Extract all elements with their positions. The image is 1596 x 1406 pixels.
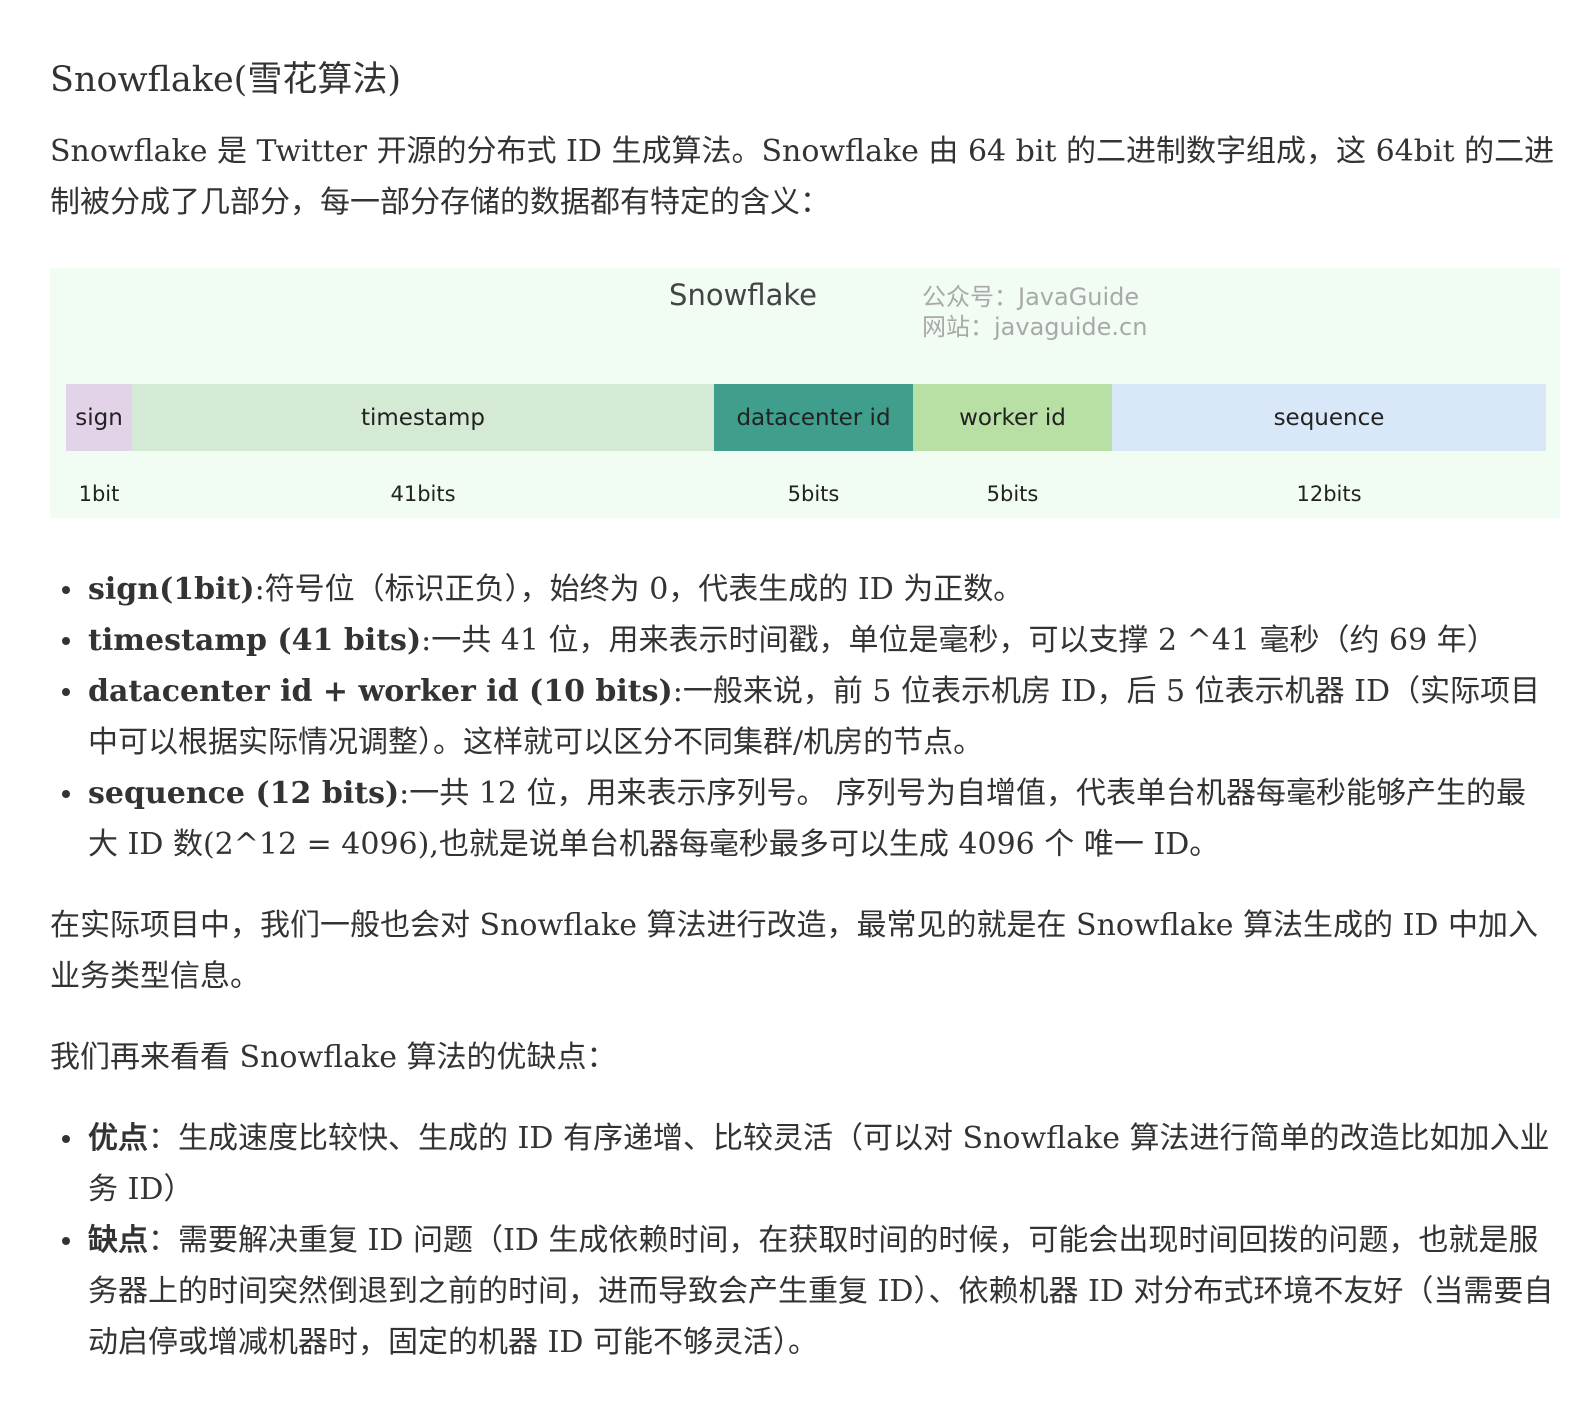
list-item: sign(1bit):符号位（标识正负），始终为 0，代表生成的 ID 为正数。 — [62, 564, 1556, 615]
list-item: 优点：生成速度比较快、生成的 ID 有序递增、比较灵活（可以对 Snowflak… — [62, 1113, 1556, 1215]
bits-worker-id: 5bits — [986, 482, 1039, 506]
bits-sequence: 12bits — [1296, 482, 1362, 506]
term-label: sequence (12 bits) — [88, 776, 400, 811]
term-description: :符号位（标识正负），始终为 0，代表生成的 ID 为正数。 — [254, 572, 1024, 607]
segment-sign: sign — [66, 384, 132, 451]
bits-datacenter-id: 5bits — [787, 482, 840, 506]
term-description: ：需要解决重复 ID 问题（ID 生成依赖时间，在获取时间的时候，可能会出现时间… — [88, 1223, 1554, 1360]
watermark-line-2: 网站：javaguide.cn — [922, 313, 1148, 341]
list-item: datacenter id + worker id (10 bits):一般来说… — [62, 666, 1556, 768]
snowflake-diagram: Snowflake 公众号：JavaGuide 网站：javaguide.cn … — [50, 268, 1560, 518]
intro-paragraph: Snowflake 是 Twitter 开源的分布式 ID 生成算法。Snowf… — [50, 134, 1555, 220]
term-description: ：生成速度比较快、生成的 ID 有序递增、比较灵活（可以对 Snowflake … — [88, 1121, 1550, 1207]
list-item: sequence (12 bits):一共 12 位，用来表示序列号。 序列号为… — [62, 768, 1556, 870]
bit-count-row: 1bit 41bits 5bits 5bits 12bits — [66, 482, 1546, 506]
segment-timestamp: timestamp — [132, 384, 714, 451]
bits-timestamp: 41bits — [390, 482, 456, 506]
bit-layout-bar: sign timestamp datacenter id worker id s… — [66, 384, 1546, 451]
modification-paragraph: 在实际项目中，我们一般也会对 Snowflake 算法进行改造，最常见的就是在 … — [50, 908, 1539, 994]
watermark: 公众号：JavaGuide 网站：javaguide.cn — [922, 282, 1147, 342]
segment-sequence: sequence — [1112, 384, 1546, 451]
component-list: sign(1bit):符号位（标识正负），始终为 0，代表生成的 ID 为正数。… — [50, 564, 1556, 870]
section-heading: Snowflake(雪花算法) — [50, 60, 401, 100]
term-label: 缺点 — [88, 1223, 148, 1258]
segment-datacenter-id: datacenter id — [714, 384, 913, 451]
pros-cons-list: 优点：生成速度比较快、生成的 ID 有序递增、比较灵活（可以对 Snowflak… — [50, 1113, 1556, 1368]
term-label: 优点 — [88, 1121, 148, 1156]
list-item: 缺点：需要解决重复 ID 问题（ID 生成依赖时间，在获取时间的时候，可能会出现… — [62, 1215, 1556, 1368]
term-description: :一共 41 位，用来表示时间戳，单位是毫秒，可以支撑 2 ^41 毫秒（约 6… — [421, 623, 1497, 658]
bits-sign: 1bit — [78, 482, 120, 506]
diagram-title: Snowflake — [669, 278, 817, 312]
term-label: sign(1bit) — [88, 572, 255, 607]
list-item: timestamp (41 bits):一共 41 位，用来表示时间戳，单位是毫… — [62, 615, 1556, 666]
segment-worker-id: worker id — [913, 384, 1112, 451]
watermark-line-1: 公众号：JavaGuide — [922, 283, 1140, 311]
article: Snowflake(雪花算法) Snowflake 是 Twitter 开源的分… — [0, 0, 1596, 1368]
term-label: timestamp (41 bits) — [88, 623, 422, 658]
term-label: datacenter id + worker id (10 bits) — [88, 674, 673, 709]
evaluation-intro: 我们再来看看 Snowflake 算法的优缺点： — [50, 1040, 617, 1075]
